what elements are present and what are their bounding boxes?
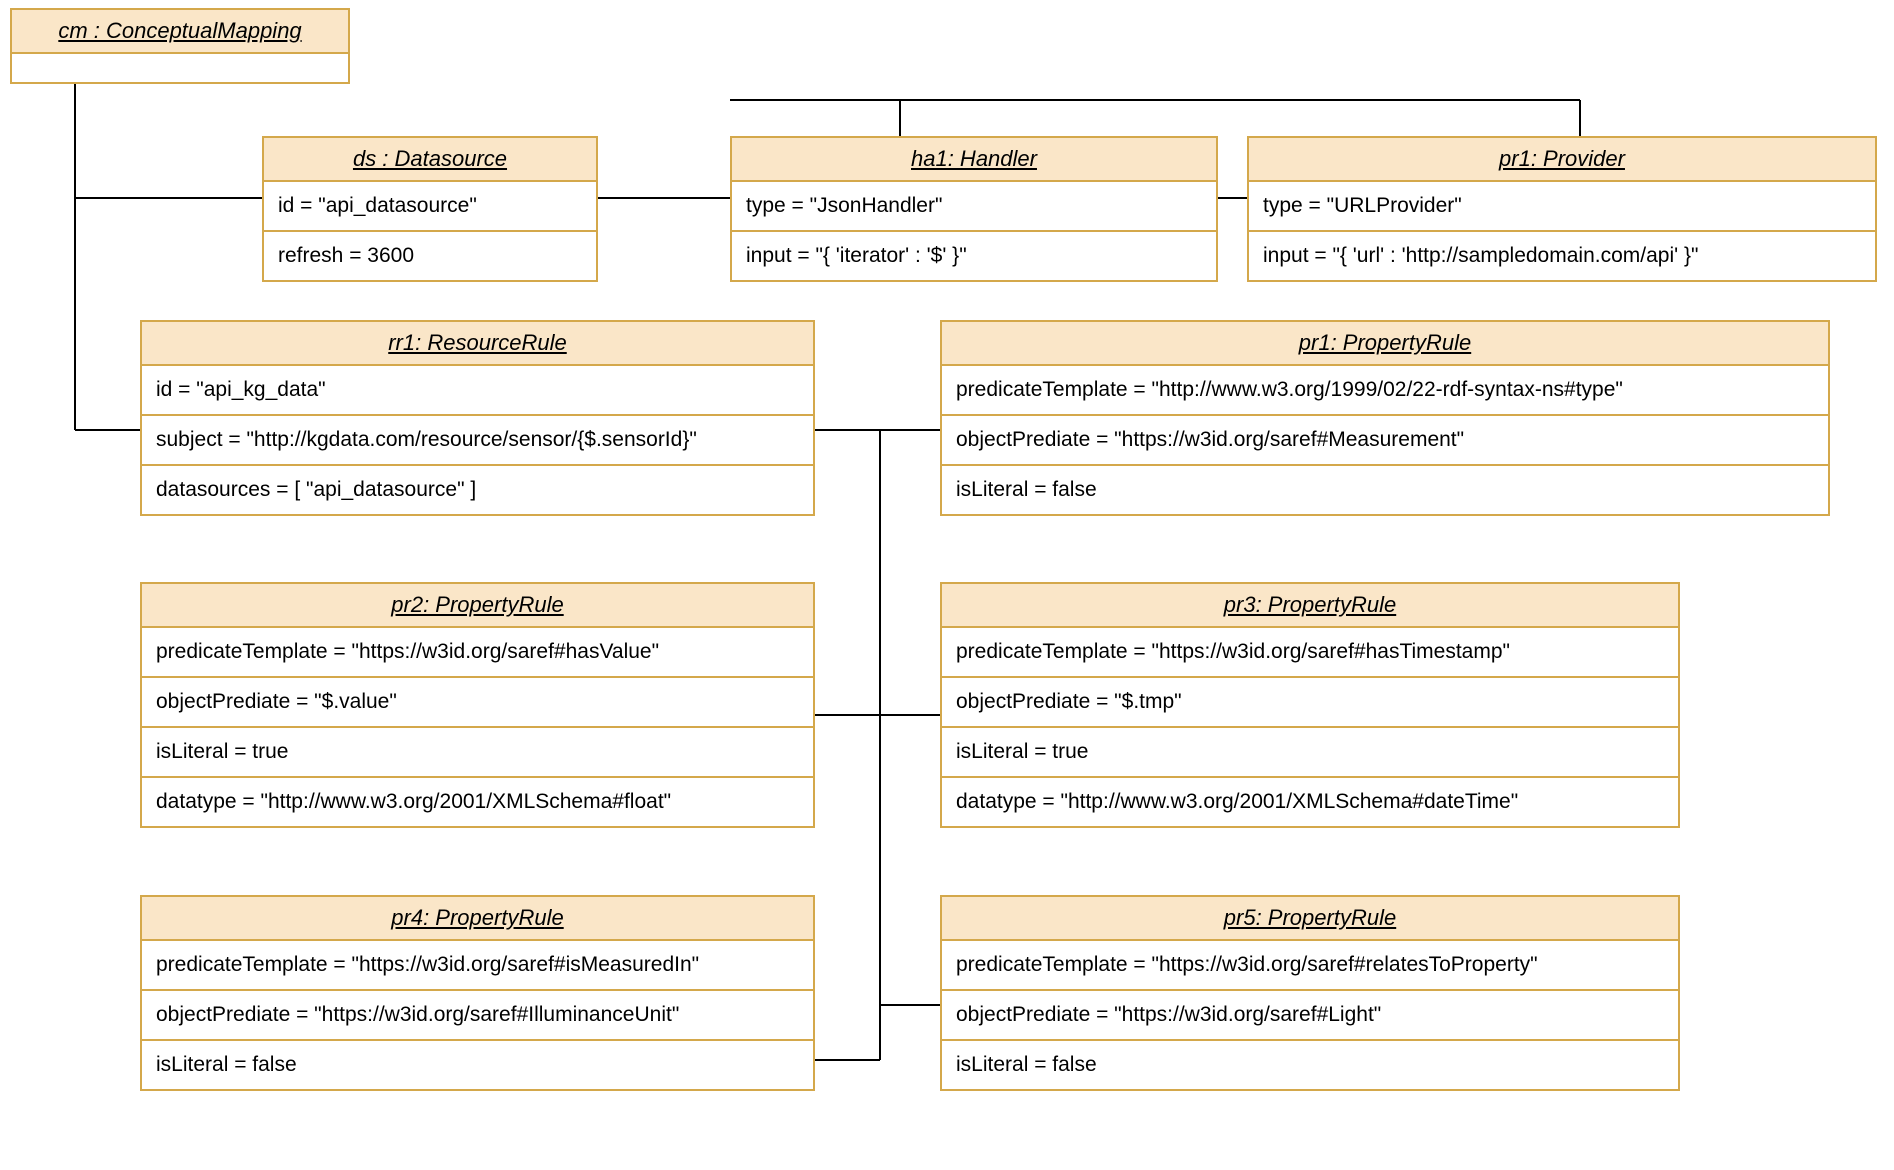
pr3-title: pr3: PropertyRule bbox=[942, 584, 1678, 628]
pr1-provider-title: pr1: Provider bbox=[1249, 138, 1875, 182]
pr5-object: objectPrediate = "https://w3id.org/saref… bbox=[942, 989, 1678, 1039]
pr3-predicate: predicateTemplate = "https://w3id.org/sa… bbox=[942, 628, 1678, 676]
cm-empty-body bbox=[12, 54, 348, 82]
pr3-object: objectPrediate = "$.tmp" bbox=[942, 676, 1678, 726]
ha1-title: ha1: Handler bbox=[732, 138, 1216, 182]
ds-refresh: refresh = 3600 bbox=[264, 230, 596, 280]
pr2-datatype: datatype = "http://www.w3.org/2001/XMLSc… bbox=[142, 776, 813, 826]
rr1-resource-rule: rr1: ResourceRule id = "api_kg_data" sub… bbox=[140, 320, 815, 516]
pr2-literal: isLiteral = true bbox=[142, 726, 813, 776]
pr3-datatype: datatype = "http://www.w3.org/2001/XMLSc… bbox=[942, 776, 1678, 826]
pr4-literal: isLiteral = false bbox=[142, 1039, 813, 1089]
rr1-title: rr1: ResourceRule bbox=[142, 322, 813, 366]
pr2-title: pr2: PropertyRule bbox=[142, 584, 813, 628]
pr5-predicate: predicateTemplate = "https://w3id.org/sa… bbox=[942, 941, 1678, 989]
pr3-property-rule: pr3: PropertyRule predicateTemplate = "h… bbox=[940, 582, 1680, 828]
pr2-property-rule: pr2: PropertyRule predicateTemplate = "h… bbox=[140, 582, 815, 828]
pr1-rule-literal: isLiteral = false bbox=[942, 464, 1828, 514]
ds-datasource: ds : Datasource id = "api_datasource" re… bbox=[262, 136, 598, 282]
ds-title: ds : Datasource bbox=[264, 138, 596, 182]
cm-title: cm : ConceptualMapping bbox=[12, 10, 348, 54]
pr4-title: pr4: PropertyRule bbox=[142, 897, 813, 941]
cm-conceptual-mapping: cm : ConceptualMapping bbox=[10, 8, 350, 84]
pr1-provider-type: type = "URLProvider" bbox=[1249, 182, 1875, 230]
ds-id: id = "api_datasource" bbox=[264, 182, 596, 230]
pr5-property-rule: pr5: PropertyRule predicateTemplate = "h… bbox=[940, 895, 1680, 1091]
ha1-input: input = "{ 'iterator' : '$' }" bbox=[732, 230, 1216, 280]
pr1-rule-object: objectPrediate = "https://w3id.org/saref… bbox=[942, 414, 1828, 464]
rr1-subject: subject = "http://kgdata.com/resource/se… bbox=[142, 414, 813, 464]
rr1-datasources: datasources = [ "api_datasource" ] bbox=[142, 464, 813, 514]
pr4-property-rule: pr4: PropertyRule predicateTemplate = "h… bbox=[140, 895, 815, 1091]
ha1-type: type = "JsonHandler" bbox=[732, 182, 1216, 230]
pr2-object: objectPrediate = "$.value" bbox=[142, 676, 813, 726]
pr1-rule-title: pr1: PropertyRule bbox=[942, 322, 1828, 366]
pr5-title: pr5: PropertyRule bbox=[942, 897, 1678, 941]
rr1-id: id = "api_kg_data" bbox=[142, 366, 813, 414]
pr1-provider: pr1: Provider type = "URLProvider" input… bbox=[1247, 136, 1877, 282]
pr4-object: objectPrediate = "https://w3id.org/saref… bbox=[142, 989, 813, 1039]
pr1-property-rule: pr1: PropertyRule predicateTemplate = "h… bbox=[940, 320, 1830, 516]
pr5-literal: isLiteral = false bbox=[942, 1039, 1678, 1089]
pr3-literal: isLiteral = true bbox=[942, 726, 1678, 776]
pr2-predicate: predicateTemplate = "https://w3id.org/sa… bbox=[142, 628, 813, 676]
pr1-provider-input: input = "{ 'url' : 'http://sampledomain.… bbox=[1249, 230, 1875, 280]
pr1-rule-predicate: predicateTemplate = "http://www.w3.org/1… bbox=[942, 366, 1828, 414]
pr4-predicate: predicateTemplate = "https://w3id.org/sa… bbox=[142, 941, 813, 989]
ha1-handler: ha1: Handler type = "JsonHandler" input … bbox=[730, 136, 1218, 282]
